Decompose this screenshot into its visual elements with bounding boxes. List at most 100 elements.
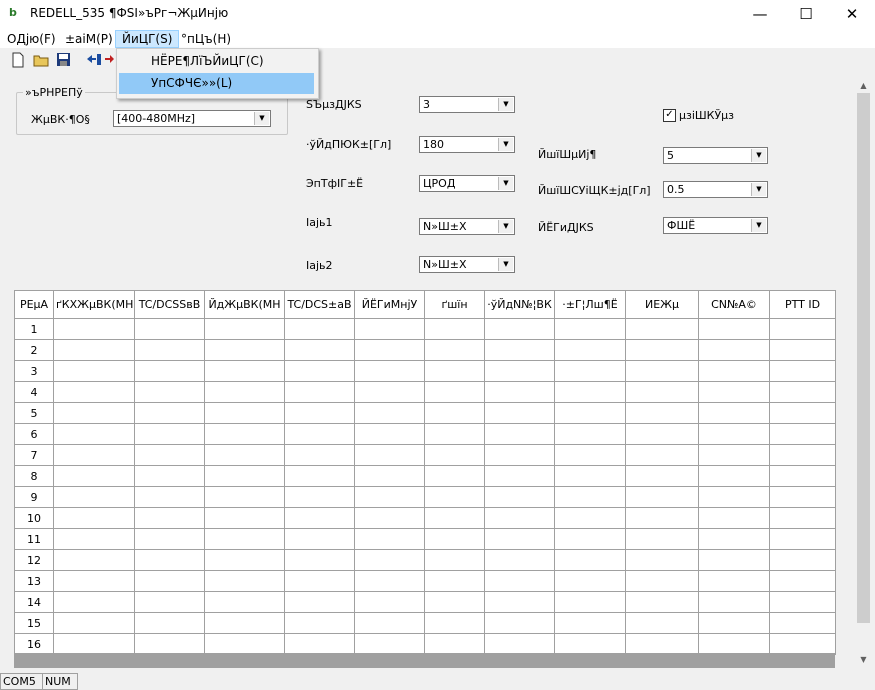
table-cell[interactable] — [204, 612, 285, 634]
table-cell[interactable] — [424, 633, 485, 655]
table-cell[interactable] — [354, 339, 425, 361]
table-cell[interactable] — [698, 528, 770, 550]
channel-number-cell[interactable]: 6 — [14, 423, 54, 445]
squelch-select[interactable]: 5 ▼ — [663, 147, 768, 164]
table-cell[interactable] — [134, 507, 205, 529]
table-cell[interactable] — [424, 486, 485, 508]
table-cell[interactable] — [53, 486, 135, 508]
open-folder-icon[interactable] — [32, 52, 50, 70]
table-cell[interactable] — [769, 381, 836, 403]
table-cell[interactable] — [53, 612, 135, 634]
table-cell[interactable] — [204, 402, 285, 424]
table-cell[interactable] — [769, 591, 836, 613]
table-cell[interactable] — [134, 339, 205, 361]
table-cell[interactable] — [204, 528, 285, 550]
table-cell[interactable] — [53, 465, 135, 487]
table-cell[interactable] — [698, 381, 770, 403]
table-cell[interactable] — [204, 549, 285, 571]
table-cell[interactable] — [424, 360, 485, 382]
new-file-icon[interactable] — [9, 52, 27, 70]
table-cell[interactable] — [354, 570, 425, 592]
table-cell[interactable] — [354, 381, 425, 403]
menu-file[interactable]: ОДјю(F) — [1, 30, 62, 48]
table-cell[interactable] — [698, 570, 770, 592]
table-cell[interactable] — [204, 507, 285, 529]
scrollbar-thumb[interactable] — [857, 93, 870, 623]
table-cell[interactable] — [554, 465, 626, 487]
close-button[interactable]: ✕ — [829, 0, 875, 29]
table-cell[interactable] — [484, 360, 555, 382]
table-cell[interactable] — [284, 318, 355, 340]
table-cell[interactable] — [769, 339, 836, 361]
table-cell[interactable] — [134, 423, 205, 445]
maximize-button[interactable]: ☐ — [783, 0, 829, 29]
table-cell[interactable] — [484, 591, 555, 613]
power-save-select[interactable]: 3 ▼ — [419, 96, 515, 113]
table-cell[interactable] — [204, 339, 285, 361]
table-cell[interactable] — [424, 570, 485, 592]
table-row[interactable]: 13 — [14, 570, 836, 592]
channel-number-cell[interactable]: 10 — [14, 507, 54, 529]
table-cell[interactable] — [769, 570, 836, 592]
table-cell[interactable] — [769, 507, 836, 529]
channel-number-cell[interactable]: 5 — [14, 402, 54, 424]
table-cell[interactable] — [284, 339, 355, 361]
table-cell[interactable] — [424, 423, 485, 445]
side-key2-select[interactable]: N»Ш±Х ▼ — [419, 256, 515, 273]
table-cell[interactable] — [625, 570, 699, 592]
table-cell[interactable] — [424, 444, 485, 466]
table-cell[interactable] — [53, 423, 135, 445]
table-cell[interactable] — [424, 381, 485, 403]
channel-number-cell[interactable]: 13 — [14, 570, 54, 592]
table-cell[interactable] — [554, 423, 626, 445]
table-row[interactable]: 1 — [14, 318, 836, 340]
channel-number-cell[interactable]: 7 — [14, 444, 54, 466]
table-cell[interactable] — [134, 465, 205, 487]
channel-number-cell[interactable]: 2 — [14, 339, 54, 361]
table-cell[interactable] — [424, 528, 485, 550]
table-row[interactable]: 4 — [14, 381, 836, 403]
table-cell[interactable] — [554, 444, 626, 466]
table-cell[interactable] — [484, 423, 555, 445]
table-cell[interactable] — [554, 339, 626, 361]
table-cell[interactable] — [484, 486, 555, 508]
table-cell[interactable] — [53, 570, 135, 592]
table-cell[interactable] — [424, 402, 485, 424]
table-row[interactable]: 7 — [14, 444, 836, 466]
table-cell[interactable] — [554, 570, 626, 592]
table-cell[interactable] — [53, 591, 135, 613]
table-cell[interactable] — [284, 528, 355, 550]
table-cell[interactable] — [284, 423, 355, 445]
table-cell[interactable] — [769, 402, 836, 424]
table-cell[interactable] — [698, 486, 770, 508]
table-cell[interactable] — [354, 486, 425, 508]
table-cell[interactable] — [769, 465, 836, 487]
menu-program[interactable]: ±аіМ(P) — [59, 30, 119, 48]
read-device-icon[interactable] — [84, 52, 102, 70]
table-cell[interactable] — [625, 444, 699, 466]
table-cell[interactable] — [204, 444, 285, 466]
table-row[interactable]: 15 — [14, 612, 836, 634]
table-cell[interactable] — [354, 465, 425, 487]
table-row[interactable]: 6 — [14, 423, 836, 445]
table-cell[interactable] — [53, 444, 135, 466]
table-cell[interactable] — [354, 633, 425, 655]
table-row[interactable]: 5 — [14, 402, 836, 424]
table-cell[interactable] — [484, 339, 555, 361]
channel-number-cell[interactable]: 4 — [14, 381, 54, 403]
table-cell[interactable] — [484, 633, 555, 655]
channel-number-cell[interactable]: 14 — [14, 591, 54, 613]
table-cell[interactable] — [625, 549, 699, 571]
table-cell[interactable] — [484, 465, 555, 487]
save-icon[interactable] — [54, 52, 72, 70]
table-cell[interactable] — [625, 612, 699, 634]
table-cell[interactable] — [424, 507, 485, 529]
table-cell[interactable] — [134, 591, 205, 613]
table-cell[interactable] — [484, 549, 555, 571]
table-cell[interactable] — [769, 444, 836, 466]
table-cell[interactable] — [769, 423, 836, 445]
channel-number-cell[interactable]: 1 — [14, 318, 54, 340]
table-cell[interactable] — [625, 339, 699, 361]
table-cell[interactable] — [284, 612, 355, 634]
table-cell[interactable] — [769, 633, 836, 655]
